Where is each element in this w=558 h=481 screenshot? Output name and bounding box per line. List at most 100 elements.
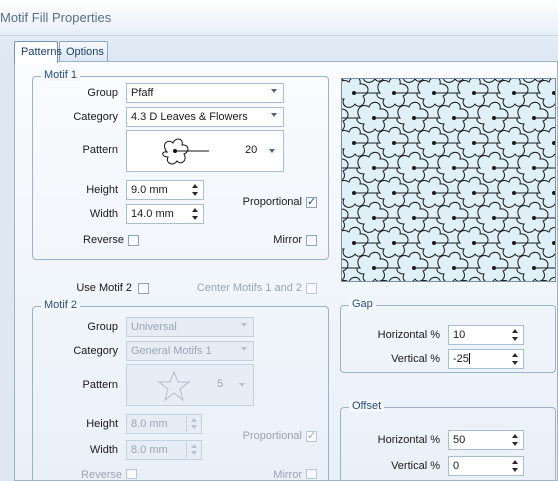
center-motifs-checkbox[interactable]: [306, 283, 317, 294]
pattern-preview: [341, 78, 556, 282]
spin-arrows-icon[interactable]: [191, 207, 199, 221]
motif2-mirror-label: Mirror: [273, 469, 302, 481]
motif1-height-value: 9.0 mm: [131, 184, 168, 196]
spin-arrows-icon[interactable]: [191, 183, 199, 197]
motif1-width-label: Width: [89, 208, 118, 220]
preview-flower-21: [516, 101, 555, 133]
motif1-pattern-number: 20: [245, 144, 258, 156]
motif1-reverse-label: Reverse: [83, 234, 124, 246]
offset-horizontal-spinbox[interactable]: 50: [448, 430, 524, 450]
motif1-width-value: 14.0 mm: [131, 208, 174, 220]
chevron-down-icon: [269, 149, 275, 153]
spin-arrows-icon[interactable]: [511, 352, 519, 366]
motif1-pattern-label: Pattern: [82, 144, 118, 156]
motif1-pattern-select[interactable]: 20: [126, 130, 284, 172]
motif2-category-label: Category: [73, 345, 118, 357]
motif1-category-select[interactable]: 4.3 D Leaves & Flowers: [126, 107, 284, 127]
text-cursor: [468, 353, 470, 364]
motif2-legend: Motif 2: [41, 299, 81, 311]
motif2-group-value: Universal: [131, 321, 177, 333]
motif1-width-spinbox[interactable]: 14.0 mm: [126, 204, 204, 224]
motif2-proportional-checkbox[interactable]: [306, 429, 317, 442]
offset-horizontal-value: 50: [453, 434, 466, 446]
preview-flower-48: [342, 208, 358, 231]
motif2-category-select[interactable]: General Motifs 1: [126, 341, 254, 361]
preview-flower-46: [536, 176, 555, 208]
offset-vertical-value: 0: [453, 460, 460, 472]
gap-horizontal-value: 10: [453, 329, 466, 341]
motif1-group-value: Pfaff: [131, 87, 154, 99]
preview-flower-32: [342, 158, 358, 181]
offset-legend: Offset: [349, 400, 385, 412]
gap-vertical-spinbox[interactable]: -25: [448, 349, 524, 369]
chevron-down-icon: [241, 347, 247, 351]
spin-arrows-icon[interactable]: [511, 433, 519, 447]
motif2-pattern-number: 5: [217, 378, 224, 390]
motif2-reverse-label: Reverse: [81, 469, 122, 481]
motif1-mirror-checkbox[interactable]: [306, 235, 317, 246]
motif2-width-spinbox[interactable]: 8.0 mm: [126, 440, 202, 460]
preview-flower-30: [536, 126, 555, 158]
preview-flower-73: [342, 276, 361, 281]
motif2-category-value: General Motifs 1: [131, 345, 212, 357]
center-motifs-label: Center Motifs 1 and 2: [196, 282, 302, 294]
star-motif-icon: [157, 370, 191, 402]
preview-flower-69: [516, 251, 555, 281]
motif2-pattern-select[interactable]: 5: [126, 364, 254, 406]
preview-flower-62: [536, 226, 555, 258]
preview-flower-37: [516, 151, 555, 183]
pattern-preview-canvas: [342, 79, 555, 281]
motif1-legend: Motif 1: [41, 69, 81, 81]
preview-flower-78: [540, 276, 555, 281]
spin-arrows-icon[interactable]: [186, 442, 200, 458]
spin-arrows-icon[interactable]: [511, 328, 519, 342]
spin-arrows-icon[interactable]: [511, 459, 519, 473]
window-title-text: Motif Fill Properties: [0, 10, 112, 25]
motif2-reverse-checkbox[interactable]: [126, 469, 137, 479]
flower-motif-icon: [162, 138, 209, 165]
motif2-height-label: Height: [86, 418, 118, 430]
motif1-group-label: Group: [87, 87, 118, 99]
gap-legend: Gap: [349, 298, 376, 310]
motif2-group-select[interactable]: Universal: [126, 317, 254, 337]
motif2-mirror-checkbox[interactable]: [306, 469, 317, 479]
motif1-group-select[interactable]: Pfaff: [126, 83, 284, 103]
chevron-down-icon: [271, 113, 277, 117]
motif2-group-label: Group: [87, 321, 118, 333]
motif2-width-value: 8.0 mm: [131, 444, 168, 456]
motif1-height-label: Height: [86, 184, 118, 196]
tab-options[interactable]: Options: [59, 41, 108, 62]
offset-vertical-spinbox[interactable]: 0: [448, 456, 524, 476]
motif1-proportional-checkbox[interactable]: [306, 195, 317, 208]
offset-horizontal-label: Horizontal %: [377, 434, 440, 446]
gap-horizontal-spinbox[interactable]: 10: [448, 325, 524, 345]
motif1-category-label: Category: [73, 111, 118, 123]
preview-flower-3: [442, 79, 464, 83]
motif2-pattern-label: Pattern: [82, 379, 118, 391]
gap-vertical-value: -25: [453, 353, 469, 365]
motif1-category-value: 4.3 D Leaves & Flowers: [131, 111, 248, 123]
preview-flower-16: [342, 108, 358, 131]
motif2-height-spinbox[interactable]: 8.0 mm: [126, 414, 202, 434]
motif2-height-value: 8.0 mm: [131, 418, 168, 430]
use-motif2-label: Use Motif 2: [76, 282, 132, 294]
motif-fill-properties-window: Motif Fill Properties Patterns Options M…: [0, 0, 558, 481]
gap-vertical-label: Vertical %: [391, 353, 440, 365]
chevron-down-icon: [239, 383, 245, 387]
chevron-down-icon: [271, 89, 277, 93]
window-title: Motif Fill Properties: [0, 0, 558, 36]
offset-vertical-label: Vertical %: [391, 460, 440, 472]
motif2-width-label: Width: [89, 444, 118, 456]
tab-patterns[interactable]: Patterns: [14, 41, 62, 63]
motif1-proportional-label: Proportional: [242, 196, 302, 208]
motif1-height-spinbox[interactable]: 9.0 mm: [126, 180, 204, 200]
spin-arrows-icon[interactable]: [186, 416, 200, 432]
motif1-mirror-label: Mirror: [273, 234, 302, 246]
motif1-reverse-checkbox[interactable]: [128, 235, 139, 246]
preview-flower-53: [516, 201, 555, 233]
use-motif2-checkbox[interactable]: [138, 283, 149, 294]
preview-flower-4: [482, 79, 504, 83]
gap-horizontal-label: Horizontal %: [377, 329, 440, 341]
preview-flower-14: [536, 79, 555, 108]
chevron-down-icon: [241, 323, 247, 327]
